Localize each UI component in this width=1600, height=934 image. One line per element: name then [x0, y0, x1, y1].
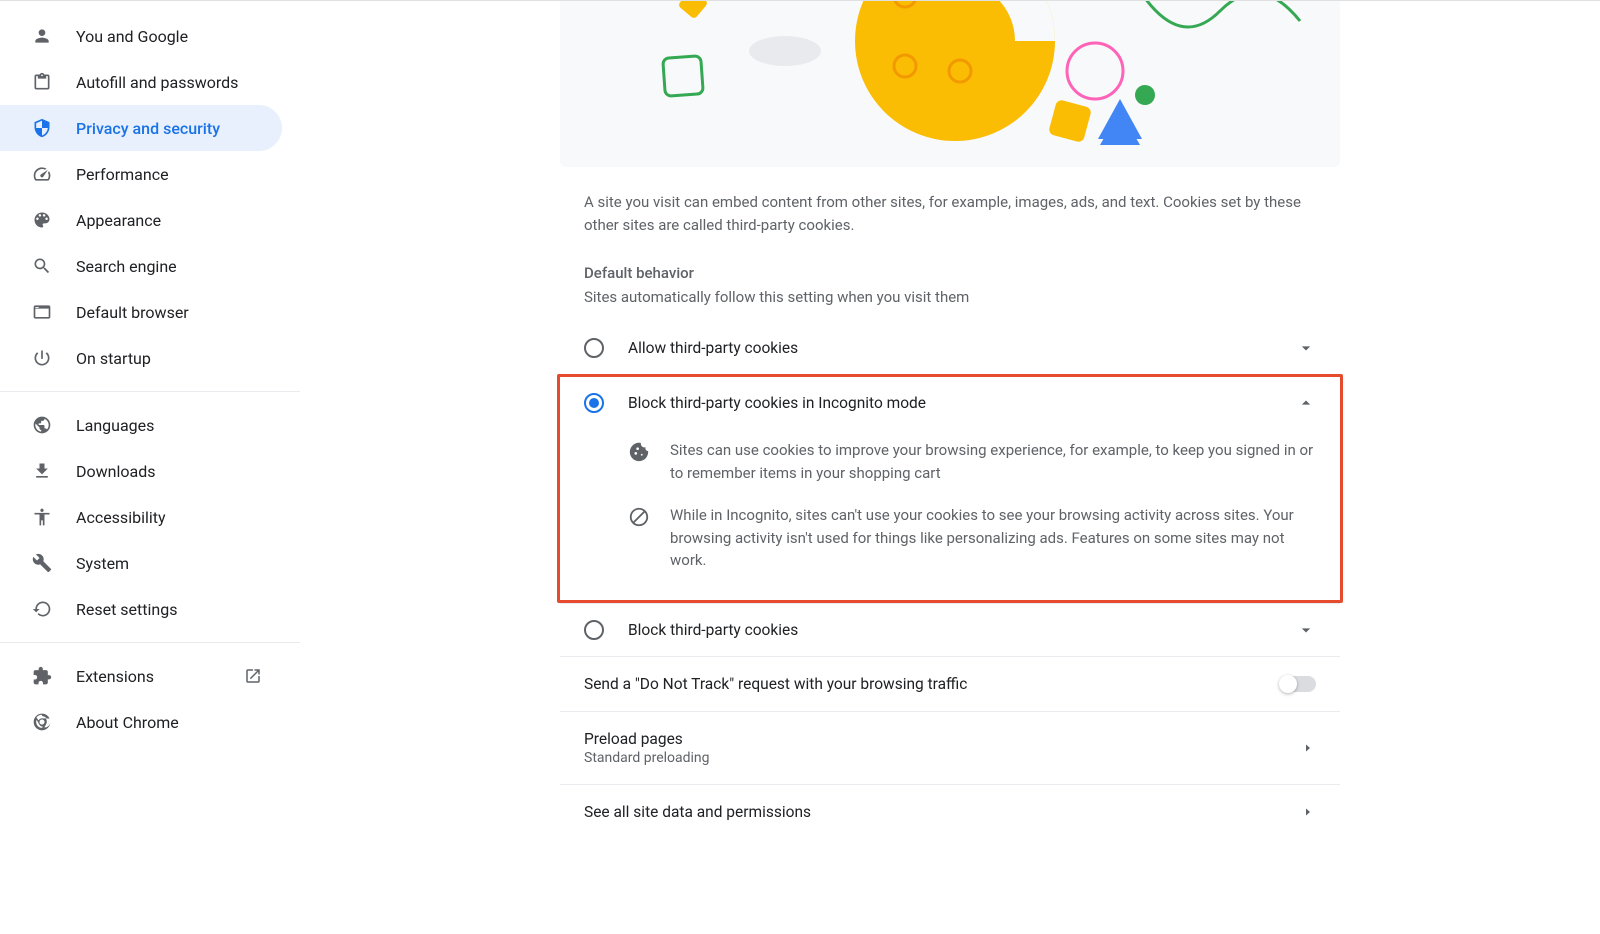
toggle-off[interactable] — [1280, 676, 1316, 692]
expanded-description: Sites can use cookies to improve your br… — [560, 429, 1340, 600]
sidebar-item-label: Appearance — [76, 211, 262, 230]
option-label: Allow third-party cookies — [628, 339, 1296, 357]
setting-title: Preload pages — [584, 730, 1300, 748]
sidebar-item-label: Downloads — [76, 462, 262, 481]
sidebar-item-appearance[interactable]: Appearance — [0, 197, 282, 243]
sidebar-item-system[interactable]: System — [0, 540, 282, 586]
sidebar: You and Google Autofill and passwords Pr… — [0, 1, 300, 934]
chevron-down-icon[interactable] — [1296, 338, 1316, 358]
info-text: While in Incognito, sites can't use your… — [670, 504, 1316, 572]
default-behavior-header: Default behavior — [560, 236, 1340, 288]
search-icon — [30, 254, 54, 278]
external-link-icon — [244, 667, 262, 685]
sidebar-item-label: On startup — [76, 349, 262, 368]
sidebar-item-label: System — [76, 554, 262, 573]
extension-icon — [30, 664, 54, 688]
radio-unselected[interactable] — [584, 620, 604, 640]
chrome-icon — [30, 710, 54, 734]
setting-subtitle: Standard preloading — [584, 750, 1300, 766]
setting-title: See all site data and permissions — [584, 803, 1300, 821]
sidebar-item-on-startup[interactable]: On startup — [0, 335, 282, 381]
sidebar-item-about[interactable]: About Chrome — [0, 699, 282, 745]
sidebar-item-label: Performance — [76, 165, 262, 184]
arrow-right-icon — [1300, 804, 1316, 820]
sidebar-item-privacy[interactable]: Privacy and security — [0, 105, 282, 151]
setting-do-not-track[interactable]: Send a "Do Not Track" request with your … — [560, 656, 1340, 711]
accessibility-icon — [30, 505, 54, 529]
sidebar-item-label: Reset settings — [76, 600, 262, 619]
sidebar-item-label: You and Google — [76, 27, 262, 46]
sidebar-item-label: Accessibility — [76, 508, 262, 527]
speedometer-icon — [30, 162, 54, 186]
power-icon — [30, 346, 54, 370]
sidebar-item-label: Privacy and security — [76, 119, 262, 138]
option-label: Block third-party cookies — [628, 621, 1296, 639]
globe-icon — [30, 413, 54, 437]
person-icon — [30, 24, 54, 48]
setting-title: Send a "Do Not Track" request with your … — [584, 675, 1280, 693]
radio-unselected[interactable] — [584, 338, 604, 358]
sidebar-item-you-and-google[interactable]: You and Google — [0, 13, 282, 59]
sidebar-item-performance[interactable]: Performance — [0, 151, 282, 197]
sidebar-item-extensions[interactable]: Extensions — [0, 653, 282, 699]
cookie-icon — [628, 441, 650, 463]
sidebar-item-label: Extensions — [76, 667, 244, 686]
setting-site-data[interactable]: See all site data and permissions — [560, 784, 1340, 839]
highlighted-option: Block third-party cookies in Incognito m… — [557, 374, 1343, 603]
option-label: Block third-party cookies in Incognito m… — [628, 394, 1296, 412]
restore-icon — [30, 597, 54, 621]
option-block-all[interactable]: Block third-party cookies — [560, 603, 1340, 656]
default-behavior-subtext: Sites automatically follow this setting … — [560, 288, 1340, 322]
download-icon — [30, 459, 54, 483]
sidebar-item-label: Autofill and passwords — [76, 73, 262, 92]
browser-icon — [30, 300, 54, 324]
chevron-up-icon[interactable] — [1296, 393, 1316, 413]
sidebar-item-label: About Chrome — [76, 713, 262, 732]
sidebar-item-search-engine[interactable]: Search engine — [0, 243, 282, 289]
sidebar-item-label: Languages — [76, 416, 262, 435]
shield-icon — [30, 116, 54, 140]
sidebar-item-languages[interactable]: Languages — [0, 402, 282, 448]
sidebar-item-autofill[interactable]: Autofill and passwords — [0, 59, 282, 105]
block-icon — [628, 506, 650, 528]
chevron-down-icon[interactable] — [1296, 620, 1316, 640]
main-content: A site you visit can embed content from … — [300, 1, 1600, 934]
option-block-incognito[interactable]: Block third-party cookies in Incognito m… — [560, 377, 1340, 429]
description-text: A site you visit can embed content from … — [560, 167, 1340, 236]
wrench-icon — [30, 551, 54, 575]
illustration-banner — [560, 1, 1340, 167]
sidebar-item-label: Search engine — [76, 257, 262, 276]
setting-preload-pages[interactable]: Preload pages Standard preloading — [560, 711, 1340, 784]
sidebar-item-accessibility[interactable]: Accessibility — [0, 494, 282, 540]
option-allow-cookies[interactable]: Allow third-party cookies — [560, 322, 1340, 374]
palette-icon — [30, 208, 54, 232]
arrow-right-icon — [1300, 740, 1316, 756]
sidebar-item-downloads[interactable]: Downloads — [0, 448, 282, 494]
sidebar-item-default-browser[interactable]: Default browser — [0, 289, 282, 335]
sidebar-item-label: Default browser — [76, 303, 262, 322]
clipboard-icon — [30, 70, 54, 94]
radio-selected[interactable] — [584, 393, 604, 413]
sidebar-item-reset[interactable]: Reset settings — [0, 586, 282, 632]
info-text: Sites can use cookies to improve your br… — [670, 439, 1316, 484]
